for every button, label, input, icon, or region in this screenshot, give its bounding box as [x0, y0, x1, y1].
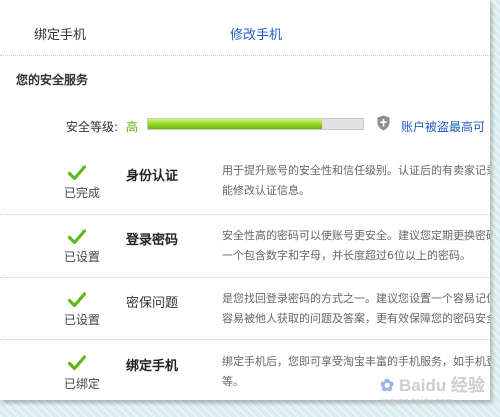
item-description: 安全性高的密码可以使账号更安全。建议您定期更换密码 一个包含数字和字母，并长度超… [222, 226, 490, 266]
watermark-subtext: jingyan.baidu.com [380, 396, 453, 406]
security-panel: 绑定手机 修改手机 您的安全服务 安全等级: 高 账户被盗最高可 已完成 身份认… [0, 0, 490, 400]
description-line: 安全性高的密码可以使账号更安全。建议您定期更换密码 [222, 229, 490, 242]
item-description: 用于提升账号的安全性和信任级别。认证后的有卖家记录 能修改认证信息。 [222, 161, 490, 201]
security-item-identity: 已完成 身份认证 用于提升账号的安全性和信任级别。认证后的有卖家记录 能修改认证… [0, 148, 490, 215]
item-title[interactable]: 登录密码 [126, 229, 178, 248]
item-title[interactable]: 身份认证 [126, 165, 178, 184]
description-line: 能修改认证信息。 [222, 184, 310, 197]
security-level-bar-fill [148, 119, 323, 129]
security-level-bar [147, 118, 364, 130]
paw-icon: ✿ [380, 376, 395, 395]
baidu-jingyan-watermark: ✿ Baidu 经验 jingyan.baidu.com [380, 371, 485, 406]
check-icon [68, 165, 86, 181]
status-text: 已设置 [64, 313, 101, 327]
security-level-label: 安全等级: [66, 120, 119, 134]
section-title: 您的安全服务 [16, 73, 89, 87]
bind-phone-summary-row: 绑定手机 修改手机 [0, 0, 490, 56]
description-line: 用于提升账号的安全性和信任级别。认证后的有卖家记录 [222, 164, 490, 177]
item-description: 是您找回登录密码的方式之一。建议您设置一个容易记住 容易被他人获取的问题及答案，… [222, 289, 490, 329]
check-icon [68, 292, 86, 308]
description-line: 是您找回登录密码的方式之一。建议您设置一个容易记住 [222, 292, 490, 305]
security-item-security-question: 已设置 密保问题 是您找回登录密码的方式之一。建议您设置一个容易记住 容易被他人… [0, 277, 490, 340]
item-title[interactable]: 绑定手机 [126, 355, 178, 374]
item-title[interactable]: 密保问题 [126, 292, 178, 311]
account-theft-compensation-link[interactable]: 账户被盗最高可 [401, 118, 485, 135]
check-icon [68, 355, 86, 371]
status-text: 已完成 [64, 186, 101, 200]
description-line: 绑定手机后，您即可享受淘宝丰富的手机服务，如手机登 [222, 355, 490, 368]
security-level-value: 高 [126, 120, 139, 134]
check-icon [68, 229, 86, 245]
security-item-login-password: 已设置 登录密码 安全性高的密码可以使账号更安全。建议您定期更换密码 一个包含数… [0, 214, 490, 278]
status-text: 已绑定 [64, 377, 101, 391]
description-line: 容易被他人获取的问题及答案，更有效保障您的密码安全 [222, 312, 490, 325]
description-line: 一个包含数字和字母，并长度超过6位以上的密码。 [222, 249, 471, 262]
watermark-text: Baidu 经验 [398, 376, 485, 395]
status-text: 已设置 [64, 250, 101, 264]
modify-phone-link[interactable]: 修改手机 [230, 24, 282, 43]
shield-icon [377, 115, 390, 131]
bind-phone-label: 绑定手机 [34, 28, 87, 43]
